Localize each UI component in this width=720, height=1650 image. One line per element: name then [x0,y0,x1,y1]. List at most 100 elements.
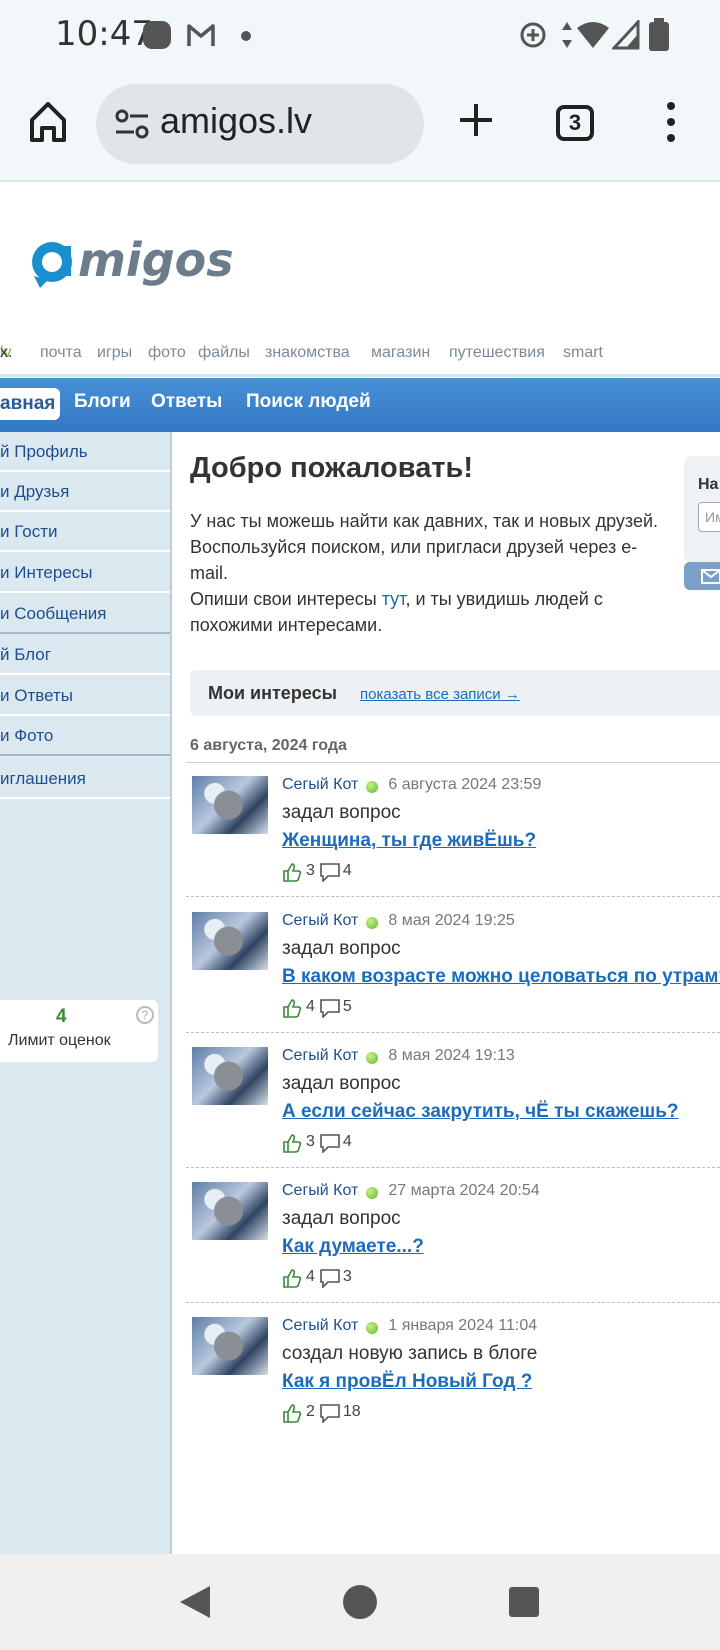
nav-home[interactable]: авная [0,388,60,420]
thumbs-up-icon[interactable] [282,862,302,882]
new-tab-icon[interactable] [456,100,496,140]
feed-action: создал новую запись в блоге [282,1343,538,1364]
home-nav-icon[interactable] [342,1584,378,1620]
feed-title-link[interactable]: А если сейчас закрутить, чЁ ты скажешь? [282,1101,679,1123]
app-notification-icon [143,21,171,49]
invite-box: На Им [684,456,720,564]
feed-user[interactable]: Сегый Кот [282,912,358,930]
portal-link-smart[interactable]: smart [563,344,603,362]
sidebar-item-friends[interactable]: и Друзья [0,472,170,512]
thumbs-up-icon[interactable] [282,1403,302,1423]
avatar[interactable] [192,1317,268,1375]
thumbs-up-icon[interactable] [282,998,302,1018]
feed-item: Сегый Кот 8 мая 2024 19:25 задал вопрос … [186,898,720,1033]
online-status-icon [366,917,379,929]
more-menu-icon[interactable] [664,100,678,144]
likes-count: 3 [306,1133,315,1150]
wifi-icon [577,22,609,48]
online-status-icon [366,1322,379,1334]
comment-icon[interactable] [319,1403,341,1423]
online-status-icon [366,1187,379,1199]
comment-icon[interactable] [319,1268,341,1288]
recents-icon[interactable] [508,1586,540,1618]
likes-count: 3 [306,862,315,879]
data-saver-icon [520,22,546,48]
comments-count: 3 [342,1268,352,1285]
portal-link-shop[interactable]: магазин [371,344,430,362]
nav-blogs[interactable]: Блоги [74,391,131,413]
invite-name-input[interactable]: Им [698,502,720,532]
feed-user[interactable]: Сегый Кот [282,1317,358,1335]
nav-answers[interactable]: Ответы [151,391,222,413]
sidebar-item-interests[interactable]: и Интересы [0,553,170,593]
feed-title-link[interactable]: Как я провЁл Новый Год ? [282,1371,532,1393]
feed-user[interactable]: Сегый Кот [282,1047,358,1065]
divider [0,374,720,377]
sidebar-item-photo[interactable]: и Фото [0,716,170,756]
sidebar-item-profile[interactable]: й Профиль [0,432,170,472]
comment-icon[interactable] [319,862,341,882]
feed-user[interactable]: Сегый Кот [282,776,358,794]
help-icon[interactable]: ? [136,1006,154,1024]
invite-label: На [698,476,719,493]
thumbs-up-icon[interactable] [282,1133,302,1153]
url-text[interactable]: amigos.lv [160,100,312,142]
gmail-icon [187,24,215,46]
status-time: 10:47 [55,14,153,54]
address-bar[interactable]: amigos.lv [96,84,424,164]
portal-link-dating[interactable]: знакомства [265,344,350,362]
nav-people-search[interactable]: Поиск людей [246,391,371,413]
envelope-icon [701,569,720,584]
status-bar: 10:47 [0,0,720,72]
portal-link-travel[interactable]: путешествия [449,344,545,362]
site-settings-icon[interactable] [114,108,150,140]
system-nav-bar [0,1554,720,1650]
online-status-icon [366,781,379,793]
feed-user[interactable]: Сегый Кот [282,1182,358,1200]
my-interests-bar: Мои интересы показать все записи → [190,670,720,716]
comment-icon[interactable] [319,1133,341,1153]
invite-send-button[interactable] [684,562,720,590]
data-arrows-icon [562,22,572,48]
home-icon[interactable] [28,100,68,144]
portal-link-games[interactable]: игры [97,344,132,362]
amigos-logo[interactable]: migos [28,230,238,292]
avatar[interactable] [192,1182,268,1240]
cell-signal-icon [612,20,640,50]
comments-count: 4 [342,1133,352,1150]
feed-time: 8 мая 2024 19:13 [388,1047,515,1064]
portal-link-files[interactable]: файлы [198,344,250,362]
sidebar-item-answers[interactable]: и Ответы [0,676,170,716]
avatar[interactable] [192,912,268,970]
show-all-link[interactable]: показать все записи → [360,686,520,703]
avatar[interactable] [192,1047,268,1105]
sidebar-item-messages[interactable]: и Сообщения [0,594,170,634]
feed-action: задал вопрос [282,1208,401,1229]
avatar[interactable] [192,776,268,834]
portal-link-inbox[interactable]: x. lv [0,344,12,362]
comments-count: 18 [342,1403,361,1420]
feed-title-link[interactable]: В каком возрасте можно целоваться по утр… [282,966,720,988]
feed-item: Сегый Кот 1 января 2024 11:04 создал нов… [186,1303,720,1438]
portal-link-photo[interactable]: фото [148,344,186,362]
thumbs-up-icon[interactable] [282,1268,302,1288]
tab-switcher-button[interactable]: 3 [556,105,594,141]
feed-action: задал вопрос [282,1073,401,1094]
main-nav: авная Блоги Ответы Поиск людей [0,378,720,432]
sidebar-item-invitations[interactable]: иглашения [0,759,170,799]
svg-text:migos: migos [78,233,234,287]
feed-title-link[interactable]: Как думаете...? [282,1236,424,1258]
feed-title-link[interactable]: Женщина, ты где живЁшь? [282,830,536,852]
comment-icon[interactable] [319,998,341,1018]
comments-count: 4 [342,862,352,879]
feed-time: 6 августа 2024 23:59 [388,776,542,793]
battery-icon [649,18,669,51]
back-icon[interactable] [178,1584,212,1620]
sidebar-item-guests[interactable]: и Гости [0,512,170,552]
sidebar-item-blog[interactable]: й Блог [0,635,170,675]
feed-time: 1 января 2024 11:04 [388,1317,538,1334]
portal-link-mail[interactable]: почта [40,344,82,362]
dot-icon [241,31,251,41]
feed-action: задал вопрос [282,938,401,959]
interests-here-link[interactable]: тут [382,589,406,609]
